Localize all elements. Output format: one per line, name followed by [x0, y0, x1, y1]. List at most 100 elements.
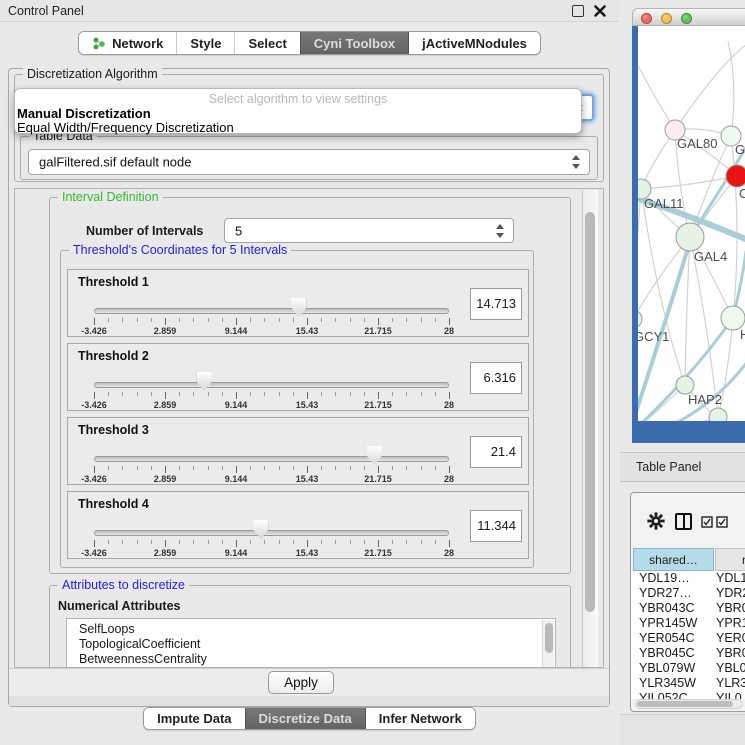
settings-scrollbar[interactable]: [582, 190, 598, 668]
bottom-tab-infer-network[interactable]: Infer Network: [365, 708, 475, 729]
apply-button[interactable]: Apply: [268, 671, 334, 694]
column-header-name[interactable]: na: [715, 548, 745, 571]
minor-tick: [421, 540, 422, 544]
split-panel-icon[interactable]: [675, 513, 692, 530]
numerical-attributes-list[interactable]: SelfLoopsTopologicalCoefficientBetweenne…: [66, 618, 556, 668]
threshold-value-field[interactable]: 14.713: [470, 288, 522, 320]
mac-minimize-icon[interactable]: [661, 13, 672, 24]
tick-label: 2.859: [140, 474, 190, 484]
table-row[interactable]: YDL19… YDL1: [631, 571, 745, 586]
network-canvas[interactable]: GAL80GACGAL11GAL4GCY1HHAP2: [638, 26, 745, 421]
minor-tick: [279, 540, 280, 544]
list-scrollbar[interactable]: [542, 620, 554, 668]
gear-icon[interactable]: [647, 512, 665, 530]
threshold-panel-2: Threshold 2-3.4262.8599.14415.4321.71528…: [67, 343, 529, 411]
minor-tick: [421, 466, 422, 470]
table-row[interactable]: YBR045CYBR0: [631, 646, 745, 661]
network-node-gcy1[interactable]: [638, 310, 642, 328]
slider-track[interactable]: [94, 456, 449, 462]
slider-handle[interactable]: [197, 372, 212, 391]
threshold-value-field[interactable]: 6.316: [470, 362, 522, 394]
tick-label: 21.715: [353, 548, 403, 558]
interval-definition-group: Interval Definition Number of Intervals …: [49, 197, 571, 574]
minor-tick: [321, 318, 322, 322]
slider-handle[interactable]: [291, 298, 306, 317]
checkbox-icon[interactable]: [701, 516, 713, 528]
tab-select[interactable]: Select: [234, 32, 299, 54]
attribute-list-item[interactable]: TopologicalCoefficient: [67, 637, 555, 652]
close-icon[interactable]: [593, 4, 607, 18]
table-row[interactable]: YER054CYER0: [631, 631, 745, 646]
minor-tick: [222, 392, 223, 396]
tab-style[interactable]: Style: [176, 32, 234, 54]
major-tick: [165, 318, 166, 325]
table-panel-titlebar: Table Panel: [620, 452, 745, 482]
minor-tick: [222, 318, 223, 322]
table-row[interactable]: YLR345WYLR3: [631, 676, 745, 691]
minor-tick: [421, 318, 422, 322]
network-node[interactable]: [709, 408, 727, 421]
minor-tick: [364, 540, 365, 544]
checkbox-icon[interactable]: [716, 516, 728, 528]
minor-tick: [208, 466, 209, 470]
dropdown-option-manual[interactable]: Manual Discretization: [17, 106, 151, 121]
node-label: GA: [735, 142, 745, 157]
cell-name: YDL1: [716, 571, 745, 586]
network-icon: [92, 36, 106, 51]
threshold-panel-1: Threshold 1-3.4262.8599.14415.4321.71528…: [67, 269, 529, 337]
mac-zoom-icon[interactable]: [681, 13, 692, 24]
table-hscrollbar[interactable]: [635, 699, 743, 709]
minor-tick: [364, 318, 365, 322]
slider-handle[interactable]: [253, 520, 268, 539]
minor-tick: [151, 318, 152, 322]
cell-name: YPR1: [716, 616, 745, 631]
table-data-combobox[interactable]: galFiltered.sif default node: [28, 149, 590, 175]
slider-track[interactable]: [94, 308, 449, 314]
dropdown-option-equal-width[interactable]: Equal Width/Frequency Discretization: [17, 120, 234, 135]
float-window-icon[interactable]: [572, 5, 584, 17]
tab-network[interactable]: Network: [79, 32, 176, 54]
minor-tick: [108, 318, 109, 322]
minor-tick: [293, 466, 294, 470]
mac-close-icon[interactable]: [641, 13, 652, 24]
major-tick: [165, 466, 166, 473]
slider-track[interactable]: [94, 530, 449, 536]
tab-jactivemnodules[interactable]: jActiveMNodules: [408, 32, 540, 54]
column-header-shared-name[interactable]: shared…: [633, 548, 714, 571]
minor-tick: [222, 466, 223, 470]
network-node-c[interactable]: [726, 165, 745, 187]
minor-tick: [406, 540, 407, 544]
combo-arrows-icon: [496, 224, 505, 238]
settings-scrollpane: Interval Definition Number of Intervals …: [14, 188, 604, 668]
minor-tick: [364, 466, 365, 470]
major-tick: [236, 466, 237, 473]
minor-tick: [264, 466, 265, 470]
number-of-intervals-combobox[interactable]: 5: [224, 218, 514, 243]
table-row[interactable]: YBR043CYBR0: [631, 601, 745, 616]
minor-tick: [137, 392, 138, 396]
table-row[interactable]: YBL079WYBL0: [631, 661, 745, 676]
attribute-list-item[interactable]: SelfLoops: [67, 622, 555, 637]
node-label: GAL4: [694, 249, 727, 264]
tab-cyni-toolbox[interactable]: Cyni Toolbox: [300, 32, 408, 54]
slider-handle[interactable]: [367, 446, 382, 465]
cell-name: YDR2: [716, 586, 745, 601]
attribute-list-item[interactable]: BetweennessCentrality: [67, 652, 555, 667]
threshold-label: Threshold 3: [78, 423, 149, 437]
threshold-value-field[interactable]: 11.344: [470, 510, 522, 542]
bottom-tab-discretize-data[interactable]: Discretize Data: [245, 708, 365, 729]
table-row[interactable]: YIL052CYIL0: [631, 691, 745, 699]
tick-label: -3.426: [69, 326, 119, 336]
table-row[interactable]: YPR145WYPR1: [631, 616, 745, 631]
table-row[interactable]: YDR27…YDR2: [631, 586, 745, 601]
network-node-gal4[interactable]: [676, 223, 704, 251]
threshold-value-field[interactable]: 21.4: [470, 436, 522, 468]
minor-tick: [137, 540, 138, 544]
cell-shared-name: YLR345W: [639, 676, 696, 691]
bottom-tab-impute-data[interactable]: Impute Data: [144, 708, 244, 729]
cell-shared-name: YBL079W: [639, 661, 695, 676]
minor-tick: [435, 318, 436, 322]
node-label: GAL80: [677, 136, 717, 151]
cell-shared-name: YDL19…: [639, 571, 690, 586]
slider-track[interactable]: [94, 382, 449, 388]
